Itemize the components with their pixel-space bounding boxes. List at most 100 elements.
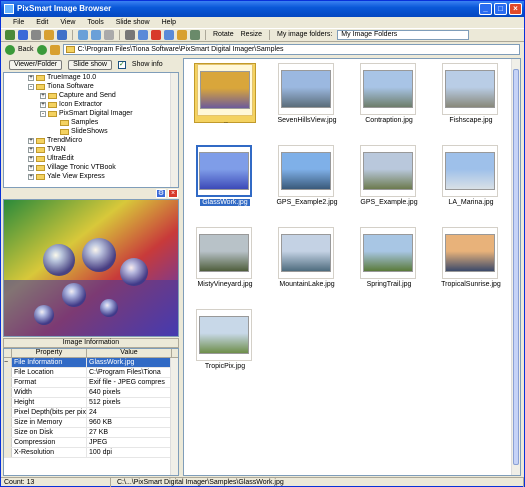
thumbnail-label: Contraption.jpg — [365, 117, 413, 124]
image-thumbnail[interactable]: TropicalSunrise.jpg — [440, 227, 502, 288]
viewer-folder-button[interactable]: Viewer/Folder — [9, 59, 63, 70]
edit-icon[interactable] — [190, 30, 200, 40]
tree-item[interactable]: + TVBN — [28, 146, 66, 154]
image-folders-label: My image folders: — [277, 31, 333, 38]
thumbnail-label: GlassWork.jpg — [200, 199, 250, 206]
tree-item[interactable]: + Capture and Send — [40, 92, 116, 100]
info-row[interactable]: Format Exif file - JPEG compres — [4, 378, 172, 388]
info-row[interactable]: Height 512 pixels — [4, 398, 172, 408]
settings-icon[interactable] — [57, 30, 67, 40]
info-row[interactable]: Pixel Depth(bits per pix 24 — [4, 408, 172, 418]
property-column-header[interactable]: Property — [12, 349, 87, 357]
menu-file[interactable]: File — [13, 17, 24, 28]
info-icon[interactable] — [31, 30, 41, 40]
tree-item[interactable]: + Village Tronic VTBook — [28, 164, 116, 172]
tree-item[interactable]: SlideShows — [60, 128, 108, 136]
thumbnail-frame — [442, 227, 498, 279]
slide-show-button[interactable]: Slide show — [68, 59, 112, 70]
up-folder-icon[interactable] — [49, 44, 60, 55]
thumbnail-frame — [196, 227, 252, 279]
thumbnail-label: MountainLake.jpg — [279, 281, 335, 288]
thumbnail-frame — [278, 227, 334, 279]
tree-item[interactable]: + TrueImage 10.0 — [28, 74, 96, 82]
menu-help[interactable]: Help — [162, 17, 176, 28]
paste-icon[interactable] — [164, 30, 174, 40]
menu-view[interactable]: View — [60, 17, 75, 28]
select-icon[interactable] — [104, 30, 114, 40]
thumbnail-frame — [197, 64, 253, 116]
tree-item[interactable]: + UltraEdit — [28, 155, 74, 163]
image-thumbnail[interactable]: GPS_Example2.jpg — [276, 145, 338, 206]
folder-icon — [60, 120, 69, 126]
folder-icon — [36, 84, 45, 90]
thumbnail-frame — [442, 145, 498, 197]
image-thumbnail[interactable]: MountainLake.jpg — [276, 227, 338, 288]
info-row[interactable]: Size in Memory 960 KB — [4, 418, 172, 428]
toolbar: Rotate Resize My image folders: My Image… — [1, 28, 524, 42]
show-info-checkbox[interactable]: ✓ — [117, 60, 126, 69]
back-button[interactable]: Back — [18, 46, 34, 53]
menu-tools[interactable]: Tools — [87, 17, 103, 28]
folder-icon — [36, 138, 45, 144]
save-icon[interactable] — [18, 30, 28, 40]
image-preview — [3, 199, 179, 337]
window-title: PixSmart Image Browser — [17, 4, 112, 13]
preview-close-icon[interactable]: × — [168, 189, 178, 198]
image-thumbnail[interactable]: TropicPix.jpg — [194, 309, 256, 370]
folder-icon — [60, 129, 69, 135]
image-thumbnail[interactable]: GlassWork.jpg — [194, 145, 256, 206]
image-thumbnail[interactable]: LA_Marina.jpg — [440, 145, 502, 206]
tree-item[interactable]: + TrendMicro — [28, 137, 82, 145]
address-bar: Back C:\Program Files\Tiona Software\Pix… — [1, 43, 524, 56]
info-row[interactable]: Compression JPEG — [4, 438, 172, 448]
open-icon[interactable] — [5, 30, 15, 40]
info-scrollbar[interactable] — [170, 358, 178, 475]
favorite-icon[interactable] — [44, 30, 54, 40]
print-icon[interactable] — [177, 30, 187, 40]
cut-icon[interactable] — [125, 30, 135, 40]
resize-button[interactable]: Resize — [239, 29, 264, 41]
image-thumbnail[interactable]: SpringTrail.jpg — [358, 227, 420, 288]
parent-folder-thumbnail[interactable]: .. — [194, 63, 256, 125]
image-thumbnail[interactable]: Fishscape.jpg — [440, 63, 502, 124]
tree-scrollbar[interactable] — [170, 73, 178, 187]
thumbnail-image — [199, 316, 249, 354]
copy-icon[interactable] — [138, 30, 148, 40]
thumbnail-label: TropicalSunrise.jpg — [441, 281, 501, 288]
forward-arrow-icon[interactable] — [36, 44, 47, 55]
folder-icon — [36, 147, 45, 153]
tree-item[interactable]: Samples — [60, 119, 98, 127]
thumbnail-scrollbar[interactable] — [511, 59, 520, 475]
rotate-button[interactable]: Rotate — [211, 29, 236, 41]
zoom-in-icon[interactable] — [78, 30, 88, 40]
image-thumbnail[interactable]: SevenHillsView.jpg — [276, 63, 338, 124]
preview-options-icon[interactable]: ⚙ — [156, 189, 166, 198]
menu-edit[interactable]: Edit — [36, 17, 48, 28]
info-table-header: Property Value — [4, 349, 178, 358]
info-row[interactable]: X-Resolution 100 dpi — [4, 448, 172, 458]
tree-item[interactable]: - Tiona Software — [28, 83, 94, 91]
scrollbar-thumb[interactable] — [513, 69, 519, 465]
address-field[interactable]: C:\Program Files\Tiona Software\PixSmart… — [62, 44, 520, 55]
thumbnail-image — [281, 70, 331, 108]
info-row[interactable]: Width 640 pixels — [4, 388, 172, 398]
image-thumbnail[interactable]: Contraption.jpg — [358, 63, 420, 124]
menu-slideshow[interactable]: Slide show — [116, 17, 150, 28]
delete-icon[interactable] — [151, 30, 161, 40]
image-thumbnail[interactable]: MistyVineyard.jpg — [194, 227, 256, 288]
tree-item[interactable]: + Yale View Express — [28, 173, 105, 181]
value-column-header[interactable]: Value — [87, 349, 172, 357]
close-button[interactable]: × — [509, 3, 522, 15]
image-folders-select[interactable]: My Image Folders — [337, 30, 470, 40]
info-row[interactable]: − File Information GlassWork.jpg — [4, 358, 172, 368]
zoom-out-icon[interactable] — [91, 30, 101, 40]
tree-item[interactable]: - PixSmart Digital Imager — [40, 110, 133, 118]
tree-item[interactable]: + Icon Extractor — [40, 101, 102, 109]
back-arrow-icon[interactable] — [5, 44, 15, 55]
maximize-button[interactable]: □ — [494, 3, 507, 15]
info-row[interactable]: File Location C:\Program Files\Tiona — [4, 368, 172, 378]
left-panel: Viewer/Folder Slide show ✓ Show info + Tr… — [3, 58, 179, 476]
minimize-button[interactable]: _ — [479, 3, 492, 15]
info-row[interactable]: Size on Disk 27 KB — [4, 428, 172, 438]
image-thumbnail[interactable]: GPS_Example.jpg — [358, 145, 420, 206]
